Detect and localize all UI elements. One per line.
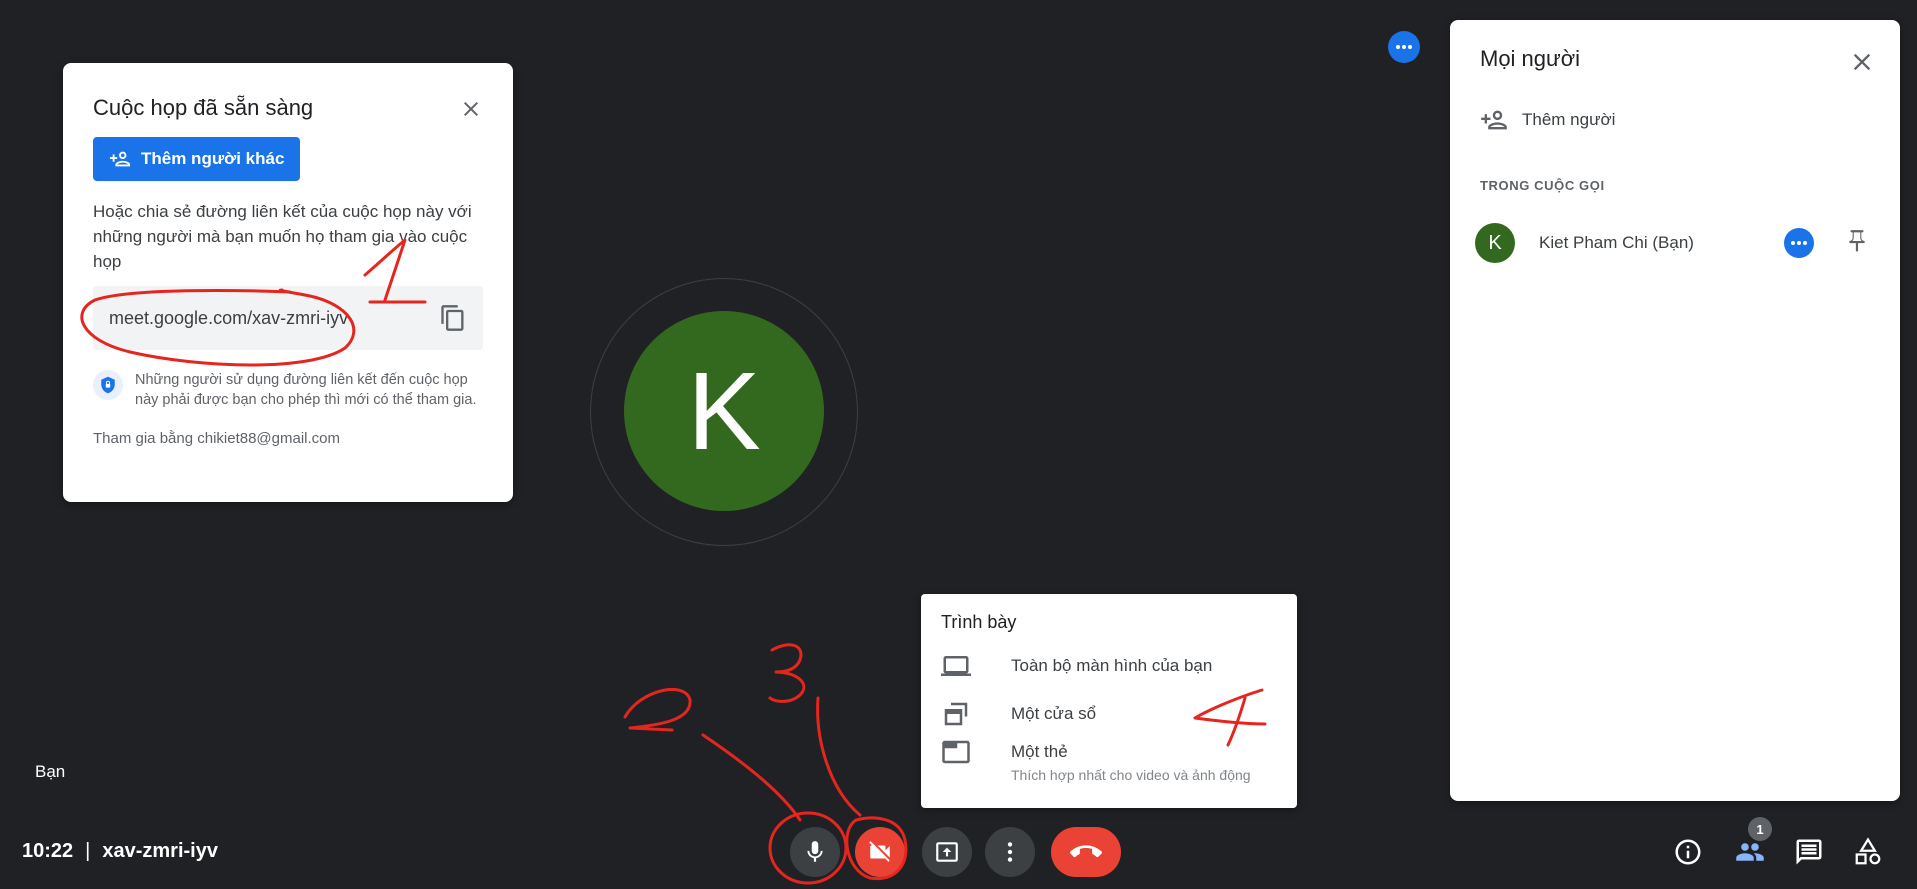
people-panel: Mọi người Thêm người TRONG CUỘC GỌI K Ki… bbox=[1450, 20, 1900, 801]
add-others-label: Thêm người khác bbox=[141, 149, 285, 168]
annotation-label-2: 2 bbox=[0, 0, 1, 1]
joined-as-text: Tham gia bằng chikiet88@gmail.com bbox=[93, 430, 341, 447]
participant-row: K Kiet Pham Chi (Bạn) bbox=[1475, 223, 1870, 263]
present-button[interactable] bbox=[922, 827, 972, 877]
laptop-icon bbox=[941, 656, 971, 676]
more-options-button[interactable] bbox=[985, 827, 1035, 877]
menu-item-label: Một cửa sổ bbox=[1011, 704, 1097, 723]
participant-more-icon[interactable] bbox=[1784, 228, 1814, 258]
security-notice-text: Những người sử dụng đường liên kết đến c… bbox=[135, 372, 477, 408]
security-notice: Những người sử dụng đường liên kết đến c… bbox=[93, 370, 483, 410]
add-person-button[interactable]: Thêm người bbox=[1480, 106, 1870, 134]
present-menu-title: Trình bày bbox=[941, 612, 1017, 632]
annotation-arrow-3 bbox=[816, 696, 862, 817]
meeting-info: 10:22 | xav-zmri-iyv bbox=[22, 840, 218, 863]
microphone-button[interactable] bbox=[790, 827, 840, 877]
microphone-icon bbox=[807, 841, 823, 862]
menu-item-sublabel: Thích hợp nhất cho video và ảnh động bbox=[1011, 767, 1251, 783]
annotation-label-3: 3 bbox=[0, 0, 1, 1]
activities-icon[interactable] bbox=[1850, 834, 1886, 870]
avatar: K bbox=[1475, 223, 1515, 263]
add-person-label: Thêm người bbox=[1522, 110, 1616, 129]
share-instructions: Hoặc chia sẻ đường liên kết của cuộc họp… bbox=[93, 202, 472, 271]
meeting-link-box: meet.google.com/xav-zmri-iyv bbox=[93, 286, 483, 350]
menu-item-entire-screen[interactable]: Toàn bộ màn hình của bạn bbox=[921, 651, 1297, 681]
present-menu: Trình bày Toàn bộ màn hình của bạn Một c… bbox=[921, 594, 1297, 808]
camera-off-icon bbox=[869, 841, 890, 862]
meeting-code: xav-zmri-iyv bbox=[102, 840, 218, 862]
add-others-button[interactable]: Thêm người khác bbox=[93, 137, 301, 181]
close-icon[interactable] bbox=[1848, 48, 1876, 76]
annotation-arrow-2 bbox=[701, 733, 802, 822]
participant-avatar: K bbox=[624, 311, 824, 511]
menu-item-label: Một thẻ bbox=[1011, 742, 1068, 761]
pin-icon[interactable] bbox=[1844, 228, 1870, 259]
annotation-number-3-stroke bbox=[768, 643, 806, 703]
annotation-label-1: 1 bbox=[0, 0, 1, 1]
participant-count-badge: 1 bbox=[1748, 817, 1772, 841]
copy-icon[interactable] bbox=[439, 304, 467, 332]
dialog-title: Cuộc họp đã sẵn sàng bbox=[93, 95, 314, 120]
menu-item-tab[interactable]: Một thẻ Thích hợp nhất cho video và ảnh … bbox=[921, 737, 1297, 783]
meeting-ready-dialog: Cuộc họp đã sẵn sàng Thêm người khác Hoặ… bbox=[63, 63, 513, 502]
in-call-section-label: TRONG CUỘC GỌI bbox=[1480, 178, 1605, 193]
present-screen-icon bbox=[936, 842, 958, 862]
info-icon[interactable] bbox=[1670, 834, 1706, 870]
clock: 10:22 bbox=[22, 840, 74, 862]
annotation-label-4: 4 bbox=[0, 0, 1, 1]
self-label: Bạn bbox=[35, 762, 66, 781]
shield-lock-icon bbox=[93, 370, 123, 400]
menu-item-window[interactable]: Một cửa sổ bbox=[921, 699, 1297, 729]
call-end-icon bbox=[1070, 845, 1102, 858]
person-add-icon bbox=[1481, 110, 1507, 130]
separator: | bbox=[85, 840, 91, 862]
window-icon bbox=[944, 702, 968, 726]
menu-item-label: Toàn bộ màn hình của bạn bbox=[1011, 656, 1213, 675]
camera-button[interactable] bbox=[855, 827, 905, 877]
close-icon[interactable] bbox=[459, 97, 483, 121]
meeting-link[interactable]: meet.google.com/xav-zmri-iyv bbox=[109, 308, 348, 329]
person-add-icon bbox=[109, 151, 131, 167]
participant-name: Kiet Pham Chi (Bạn) bbox=[1539, 233, 1694, 252]
annotation-number-2-stroke bbox=[623, 688, 692, 732]
tab-icon bbox=[942, 740, 970, 764]
leave-call-button[interactable] bbox=[1051, 827, 1121, 877]
more-options-icon[interactable] bbox=[1388, 31, 1420, 63]
chat-icon[interactable] bbox=[1791, 834, 1827, 870]
people-panel-title: Mọi người bbox=[1480, 46, 1581, 71]
more-vert-icon bbox=[1007, 842, 1013, 862]
